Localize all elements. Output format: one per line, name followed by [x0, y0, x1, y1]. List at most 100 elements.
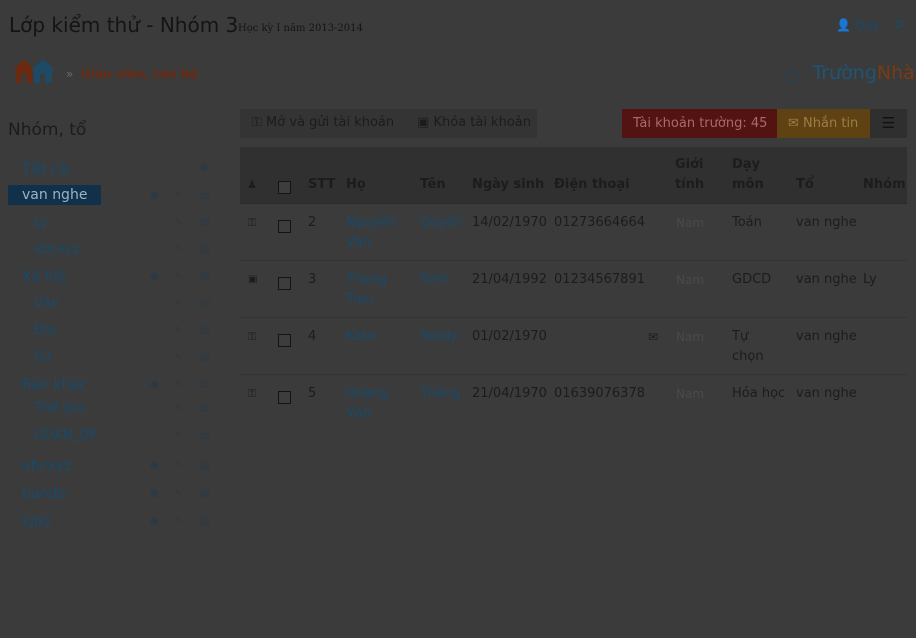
trash-icon[interactable]: ▤ [200, 460, 209, 471]
header-stt[interactable]: STT [308, 175, 335, 195]
breadcrumb-current[interactable]: Giáo viên, cán bộ [81, 67, 198, 81]
header-ten[interactable]: Tên [420, 175, 446, 195]
trash-icon[interactable]: ▤ [200, 403, 209, 414]
lock-account-button[interactable]: ▣ Khóa tài khoản [417, 115, 531, 130]
trash-icon[interactable]: ▤ [200, 271, 209, 282]
tree-item-ban-khac[interactable]: Ban khác ● ✎ ▤ [8, 372, 220, 396]
trash-icon[interactable]: ▤ [200, 244, 209, 255]
open-send-account-button[interactable]: ⚿ Mở và gửi tài khoản [252, 115, 394, 130]
tree-item-the-duc[interactable]: Thể dục ✎ ▤ [8, 396, 220, 423]
tree-item-abcxyz-root[interactable]: abcxyz ● ✎ ▤ [8, 453, 220, 481]
cell-ten[interactable]: Thắng [420, 384, 461, 404]
add-icon[interactable]: ● [200, 162, 209, 173]
add-icon[interactable]: ● [150, 379, 159, 390]
header-dien-thoai[interactable]: Điện thoại [554, 175, 630, 195]
list-menu-icon[interactable]: ☰ [870, 109, 907, 138]
tree-item-su[interactable]: Sử ✎ ▤ [8, 345, 220, 372]
cell-ho-1[interactable]: Nguyễn [346, 213, 396, 233]
cell-stt: 4 [308, 329, 317, 344]
tree-item-all[interactable]: Tất cả ● [8, 155, 220, 183]
sidebar-title: Nhóm, tổ [8, 120, 87, 140]
tree-item-gdan-qp[interactable]: GDAN_QP ✎ ▤ [8, 423, 220, 453]
trash-icon[interactable]: ▤ [200, 516, 209, 527]
sign-out-icon[interactable]: ➲ [893, 17, 904, 32]
edit-icon[interactable]: ✎ [174, 244, 182, 255]
table-row[interactable]: ⚿ 4 Kate Teddy 01/02/1970 ✉ Nam Tự chọn … [240, 318, 907, 375]
table-row[interactable]: ⚿ 2 Nguyễn Văn Quyến 14/02/1970 01273664… [240, 204, 907, 261]
send-message-button[interactable]: ✉ Nhắn tin [777, 109, 870, 138]
cell-ho-1[interactable]: Thang [346, 270, 387, 290]
envelope-icon[interactable]: ✉ [648, 327, 658, 347]
header-to[interactable]: Tổ [796, 175, 814, 195]
edit-icon[interactable]: ✎ [174, 298, 182, 309]
edit-icon[interactable]: ✎ [174, 352, 182, 363]
add-icon[interactable]: ● [150, 460, 159, 471]
header-day-mon-1[interactable]: Dạy [732, 155, 760, 175]
tree-item-van[interactable]: Văn ✎ ▤ [8, 291, 220, 318]
row-checkbox[interactable] [278, 220, 291, 233]
add-icon[interactable]: ● [150, 516, 159, 527]
tree-item-bando[interactable]: bando ● ✎ ▤ [8, 481, 220, 509]
cell-ngay-sinh: 21/04/1970 [472, 386, 547, 401]
lock-icon[interactable]: ▣ [248, 270, 257, 290]
cell-ten[interactable]: Quyến [420, 213, 462, 233]
school-account-count-button[interactable]: Tài khoản trường: 45 [622, 109, 777, 138]
envelope-icon: ✉ [788, 116, 799, 131]
cell-ten[interactable]: Sinh [420, 270, 448, 290]
home-icon[interactable] [12, 56, 56, 84]
edit-icon[interactable]: ✎ [174, 190, 182, 201]
edit-icon[interactable]: ✎ [174, 217, 182, 228]
edit-icon[interactable]: ✎ [174, 488, 182, 499]
cell-ho-1[interactable]: Kate [346, 327, 375, 347]
header-nhom[interactable]: Nhóm [863, 175, 906, 195]
add-icon[interactable]: ● [150, 190, 159, 201]
edit-icon[interactable]: ✎ [174, 403, 182, 414]
key-icon[interactable]: ⚿ [248, 327, 256, 347]
trash-icon[interactable]: ▤ [200, 325, 209, 336]
table-row[interactable]: ▣ 3 Thang Tien Sinh 21/04/1992 012345678… [240, 261, 907, 318]
trash-icon[interactable]: ▤ [200, 430, 209, 441]
tree-item-xa-hoi[interactable]: Xã hội ● ✎ ▤ [8, 264, 220, 291]
trash-icon[interactable]: ▤ [200, 298, 209, 309]
cell-ten[interactable]: Teddy [420, 327, 458, 347]
row-checkbox[interactable] [278, 334, 291, 347]
trash-icon[interactable]: ▤ [200, 352, 209, 363]
tree-item-van-nghe[interactable]: van nghe ● ✎ ▤ [8, 183, 220, 210]
cell-day-mon-1: Hóa học [732, 386, 786, 401]
cell-ho-2[interactable]: Văn [346, 404, 371, 424]
header-ho[interactable]: Họ [346, 175, 366, 195]
tree-item-kjlkj[interactable]: kjlkj ● ✎ ▤ [8, 509, 220, 536]
header-ngay-sinh[interactable]: Ngày sinh [472, 175, 544, 195]
tree-item-dia[interactable]: Địa ✎ ▤ [8, 318, 220, 345]
edit-icon[interactable]: ✎ [174, 379, 182, 390]
user-icon: 👤 [836, 18, 851, 32]
add-icon[interactable]: ● [150, 271, 159, 282]
cell-day-mon-1: Toán [732, 215, 762, 230]
select-all-checkbox[interactable] [278, 181, 291, 194]
brand-logo[interactable]: ◯ TrườngNhà [785, 62, 915, 84]
cell-ho-2[interactable]: Văn [346, 233, 371, 253]
cell-ho-2[interactable]: Tien [346, 290, 373, 310]
edit-icon[interactable]: ✎ [174, 325, 182, 336]
trash-icon[interactable]: ▤ [200, 379, 209, 390]
trash-icon[interactable]: ▤ [200, 488, 209, 499]
edit-icon[interactable]: ✎ [174, 516, 182, 527]
user-menu[interactable]: 👤 Quý [836, 18, 879, 32]
add-icon[interactable]: ● [150, 488, 159, 499]
row-checkbox[interactable] [278, 391, 291, 404]
key-icon[interactable]: ⚿ [248, 213, 256, 233]
tree-item-ly[interactable]: Ly ✎ ▤ [8, 210, 220, 237]
tree-item-label: Ban khác [22, 377, 87, 393]
trash-icon[interactable]: ▤ [200, 217, 209, 228]
edit-icon[interactable]: ✎ [174, 271, 182, 282]
edit-icon[interactable]: ✎ [174, 430, 182, 441]
trash-icon[interactable]: ▤ [200, 190, 209, 201]
key-icon[interactable]: ⚿ [248, 384, 256, 404]
edit-icon[interactable]: ✎ [174, 460, 182, 471]
table-row[interactable]: ⚿ 5 Hoàng Văn Thắng 21/04/1970 016390763… [240, 375, 907, 432]
header-gioi-tinh-1[interactable]: Giới [675, 155, 704, 175]
cell-ho-1[interactable]: Hoàng [346, 384, 388, 404]
tree-item-abcxyz[interactable]: abcxyz ✎ ▤ [8, 237, 220, 264]
row-checkbox[interactable] [278, 277, 291, 290]
top-bar: Lớp kiểm thử - Nhóm 3 Học kỳ I năm 2013-… [0, 0, 916, 52]
